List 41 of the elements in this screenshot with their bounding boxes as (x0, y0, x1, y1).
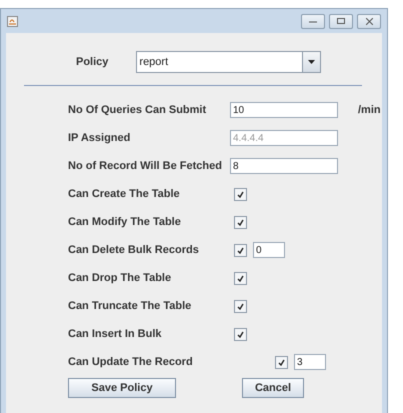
field-label: Can Delete Bulk Records (68, 244, 200, 256)
checkbox[interactable] (234, 188, 247, 200)
cancel-button[interactable]: Cancel (242, 378, 304, 398)
close-icon (366, 18, 372, 24)
checkbox[interactable] (275, 356, 288, 368)
checkbox[interactable] (234, 328, 247, 340)
field-label: No Of Queries Can Submit (68, 104, 208, 116)
input-field[interactable]: 8 (230, 158, 338, 174)
app-icon (7, 16, 18, 26)
maximize-button[interactable] (329, 14, 353, 28)
field-label: Can Insert In Bulk (68, 328, 163, 340)
check-icon (237, 218, 244, 226)
check-icon (237, 190, 244, 198)
field-label: Can Create The Table (68, 188, 181, 200)
check-icon (237, 246, 244, 254)
field-label: IP Assigned (68, 132, 132, 144)
field-label: Can Truncate The Table (68, 300, 192, 312)
unit-label: /min (358, 104, 381, 116)
checkbox[interactable] (234, 216, 247, 228)
input-field[interactable]: 10 (230, 102, 338, 118)
field-label: Can Update The Record (68, 356, 194, 368)
field-label: Can Drop The Table (68, 272, 172, 284)
policy-label: Policy (76, 56, 108, 68)
count-field[interactable]: 0 (253, 242, 285, 258)
check-icon (237, 302, 244, 310)
caret-icon[interactable] (302, 52, 320, 72)
save-button[interactable]: Save Policy (68, 378, 176, 398)
count-field[interactable]: 3 (294, 354, 326, 370)
checkbox[interactable] (234, 272, 247, 284)
minimize-button[interactable] (301, 14, 325, 28)
check-icon (237, 274, 244, 282)
policy-dropdown[interactable]: report (136, 51, 322, 73)
checkbox[interactable] (234, 244, 247, 256)
field-label: No of Record Will Be Fetched (68, 160, 223, 172)
maximize-icon (337, 18, 345, 24)
minimize-icon (309, 19, 317, 23)
checkbox[interactable] (234, 300, 247, 312)
close-button[interactable] (357, 14, 381, 28)
field-label: Can Modify The Table (68, 216, 182, 228)
check-icon (237, 330, 244, 338)
check-icon (278, 358, 285, 366)
